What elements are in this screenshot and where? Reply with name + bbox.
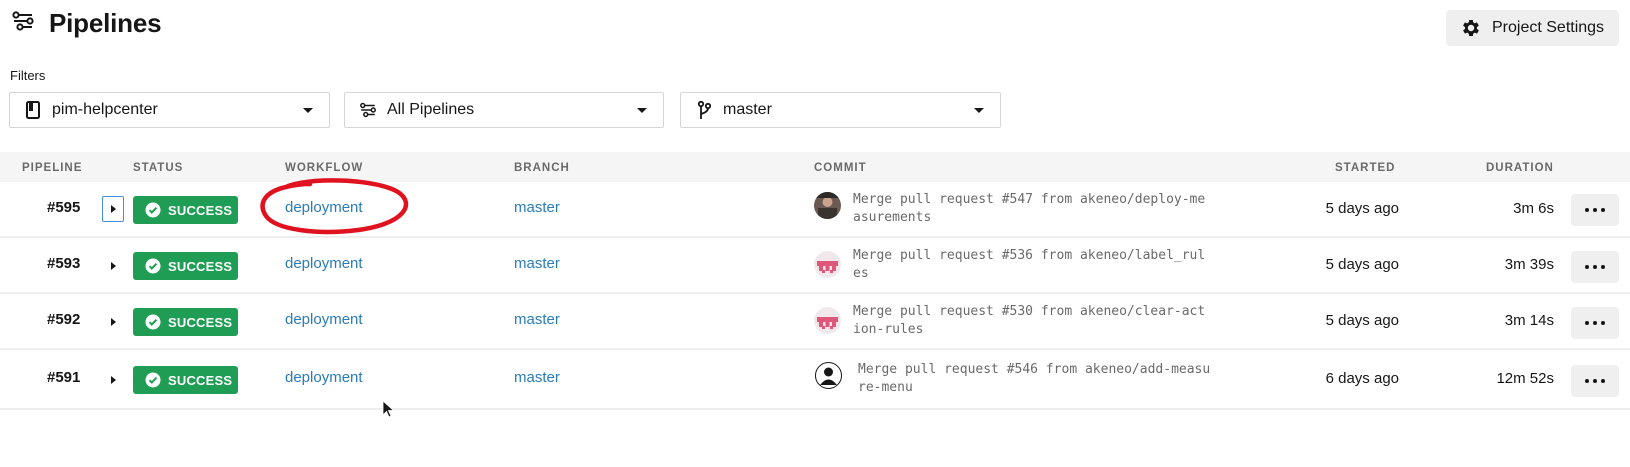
branch-link[interactable]: master	[514, 255, 560, 272]
project-settings-button[interactable]: Project Settings	[1446, 10, 1619, 46]
git-branch-icon	[695, 100, 713, 119]
column-header-pipeline: PIPELINE	[22, 162, 83, 174]
more-options-button[interactable]	[1571, 307, 1619, 339]
started-time: 5 days ago	[1325, 200, 1399, 217]
started-time: 5 days ago	[1325, 256, 1399, 273]
column-header-duration: DURATION	[1486, 162, 1554, 174]
workflow-link[interactable]: deployment	[285, 369, 363, 386]
column-header-started: STARTED	[1335, 162, 1396, 174]
commit-message[interactable]: Merge pull request #546 from akeneo/add-…	[858, 361, 1278, 397]
check-circle-icon	[145, 202, 161, 218]
photo-avatar	[814, 192, 841, 219]
column-header-branch: BRANCH	[514, 162, 570, 174]
page-header: Pipelines Project Settings	[0, 0, 1630, 60]
duration-value: 3m 14s	[1504, 312, 1554, 329]
caret-right-icon	[110, 376, 116, 384]
project-settings-label: Project Settings	[1492, 19, 1605, 36]
commit-message-line: Merge pull request #547 from akeneo/depl…	[853, 192, 1206, 207]
branch-link[interactable]: master	[514, 311, 560, 328]
status-badge[interactable]: SUCCESS	[133, 196, 238, 224]
commit-message-line: Merge pull request #530 from akeneo/clea…	[853, 304, 1206, 319]
check-circle-icon	[145, 258, 161, 274]
expand-row-button[interactable]	[102, 196, 124, 222]
commit-message[interactable]: Merge pull request #547 from akeneo/depl…	[853, 191, 1273, 227]
project-filter-value: pim-helpcenter	[52, 101, 158, 118]
status-label: SUCCESS	[168, 258, 233, 274]
commit-message-line: re-menu	[858, 380, 913, 395]
gear-icon	[1463, 20, 1479, 36]
status-label: SUCCESS	[168, 314, 233, 330]
table-header: PIPELINE STATUS WORKFLOW BRANCH COMMIT S…	[0, 152, 1630, 182]
table-row[interactable]: #591 SUCCESS deployment master Merge pul…	[0, 350, 1630, 410]
started-time: 6 days ago	[1325, 370, 1399, 387]
workflow-link[interactable]: deployment	[285, 311, 363, 328]
status-label: SUCCESS	[168, 202, 233, 218]
column-header-status: STATUS	[133, 162, 184, 174]
pipeline-number[interactable]: #591	[47, 369, 80, 386]
table-row[interactable]: #593 SUCCESS deployment master Merge pul…	[0, 238, 1630, 294]
pipeline-number[interactable]: #592	[47, 311, 80, 328]
commit-message-line: Merge pull request #536 from akeneo/labe…	[853, 248, 1206, 263]
caret-right-icon	[110, 318, 116, 326]
more-options-button[interactable]	[1571, 194, 1619, 226]
more-options-button[interactable]	[1571, 251, 1619, 283]
status-badge[interactable]: SUCCESS	[133, 252, 238, 280]
mouse-cursor-icon	[382, 400, 395, 418]
workflow-filter-select[interactable]: All Pipelines	[344, 92, 664, 128]
branch-filter-value: master	[723, 101, 772, 118]
caret-right-icon	[110, 262, 116, 270]
chevron-down-icon	[974, 108, 984, 113]
status-badge[interactable]: SUCCESS	[133, 308, 238, 336]
status-label: SUCCESS	[168, 372, 233, 388]
workflow-filter-value: All Pipelines	[387, 101, 475, 118]
duration-value: 3m 39s	[1504, 256, 1554, 273]
commit-message-line: Merge pull request #546 from akeneo/add-…	[858, 362, 1211, 377]
commit-message[interactable]: Merge pull request #530 from akeneo/clea…	[853, 303, 1273, 339]
expand-row-button[interactable]	[102, 367, 124, 393]
commit-message[interactable]: Merge pull request #536 from akeneo/labe…	[853, 247, 1273, 283]
pipelines-icon	[12, 11, 34, 31]
pipeline-number[interactable]: #593	[47, 255, 80, 272]
check-circle-icon	[145, 314, 161, 330]
page-title: Pipelines	[49, 8, 162, 38]
column-header-commit: COMMIT	[814, 162, 867, 174]
commit-message-line: asurements	[853, 210, 932, 225]
pipelines-icon	[359, 101, 377, 119]
chevron-down-icon	[303, 108, 313, 113]
identicon-avatar	[814, 307, 841, 334]
duration-value: 12m 52s	[1496, 370, 1554, 387]
more-options-button[interactable]	[1571, 365, 1619, 397]
project-filter-select[interactable]: pim-helpcenter	[9, 92, 330, 128]
default-user-avatar	[815, 362, 842, 389]
commit-message-line: ion-rules	[853, 322, 924, 337]
table-row[interactable]: #592 SUCCESS deployment master Merge pul…	[0, 294, 1630, 350]
caret-right-icon	[110, 205, 116, 213]
table-row[interactable]: #595 SUCCESS deployment master Merge pul…	[0, 182, 1630, 238]
duration-value: 3m 6s	[1513, 200, 1554, 217]
chevron-down-icon	[637, 108, 647, 113]
branch-link[interactable]: master	[514, 369, 560, 386]
started-time: 5 days ago	[1325, 312, 1399, 329]
check-circle-icon	[145, 372, 161, 388]
branch-link[interactable]: master	[514, 199, 560, 216]
identicon-avatar	[814, 251, 841, 278]
branch-filter-select[interactable]: master	[680, 92, 1001, 128]
repository-icon	[24, 101, 42, 119]
column-header-workflow: WORKFLOW	[285, 162, 364, 174]
workflow-link[interactable]: deployment	[285, 199, 363, 216]
status-badge[interactable]: SUCCESS	[133, 366, 238, 394]
filters-label: Filters	[10, 68, 46, 83]
expand-row-button[interactable]	[102, 253, 124, 279]
expand-row-button[interactable]	[102, 309, 124, 335]
commit-message-line: es	[853, 266, 869, 281]
pipeline-number[interactable]: #595	[47, 199, 80, 216]
workflow-link[interactable]: deployment	[285, 255, 363, 272]
